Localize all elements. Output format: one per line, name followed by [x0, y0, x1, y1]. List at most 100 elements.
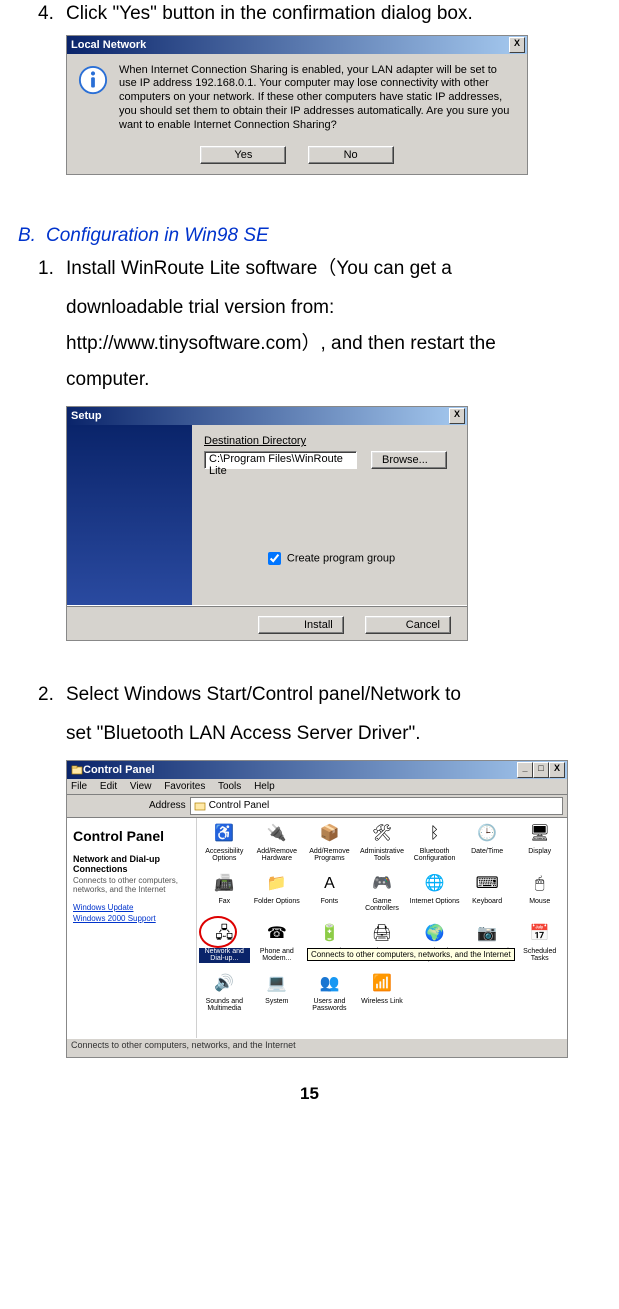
item-icon: ☎ — [265, 922, 289, 946]
menu-favorites[interactable]: Favorites — [164, 781, 205, 792]
control-panel-item[interactable]: 🔊Sounds and Multimedia — [199, 972, 250, 1020]
item-label: Fonts — [321, 898, 339, 906]
menu-help[interactable]: Help — [254, 781, 275, 792]
step-b1-num: 1. — [38, 255, 66, 284]
menu-view[interactable]: View — [130, 781, 152, 792]
destination-path-input[interactable]: C:\Program Files\WinRoute Lite — [204, 451, 357, 469]
side-title: Control Panel — [73, 828, 190, 844]
step-b1: 1. Install WinRoute Lite software（You ca… — [38, 255, 601, 284]
control-panel-item[interactable]: 🎮 Game Controllers — [357, 872, 408, 920]
item-label: Display — [528, 848, 551, 856]
destination-label: Destination Directory — [204, 435, 455, 447]
control-panel-item[interactable]: ♿ Accessibility Options — [199, 822, 250, 870]
item-label: Add/Remove Programs — [304, 848, 355, 863]
control-panel-item[interactable]: 🔋Power Options — [304, 922, 355, 970]
control-panel-item[interactable]: 👥Users and Passwords — [304, 972, 355, 1020]
section-b-heading: B.Configuration in Win98 SE — [18, 225, 601, 247]
control-panel-item[interactable]: 📠Fax — [199, 872, 250, 920]
item-icon: ⌨ — [475, 872, 499, 896]
info-icon — [77, 64, 109, 96]
yes-button[interactable]: Yes — [200, 146, 286, 164]
step-b2-num: 2. — [38, 681, 66, 710]
control-panel-item[interactable]: 🖥Display — [514, 822, 565, 870]
menu-edit[interactable]: Edit — [100, 781, 117, 792]
folder-icon — [194, 800, 206, 812]
control-panel-item[interactable]: 🌐Internet Options — [409, 872, 460, 920]
step-b1-text2: downloadable trial version from: — [66, 290, 601, 326]
address-value: Control Panel — [209, 800, 270, 811]
control-panel-item[interactable]: 🖧Network and Dial-up... — [199, 922, 250, 970]
close-icon[interactable]: X — [549, 762, 565, 778]
item-icon: 🕒 — [475, 822, 499, 846]
step-b2-text2: set "Bluetooth LAN Access Server Driver"… — [66, 716, 601, 752]
control-panel-item[interactable]: ⌨ Keyboard — [462, 872, 513, 920]
item-icon: 🖨 — [370, 922, 394, 946]
control-panel-item[interactable]: 📶Wireless Link — [357, 972, 408, 1020]
close-icon[interactable]: X — [509, 37, 525, 53]
item-label: Keyboard — [472, 898, 502, 906]
dialog-title: Setup — [71, 410, 449, 422]
control-panel-item[interactable]: 💻 System — [252, 972, 303, 1020]
section-b-num: B. — [18, 225, 46, 247]
setup-sidebar-graphic — [67, 425, 192, 605]
dialog-titlebar: Setup X — [67, 407, 467, 425]
cancel-button[interactable]: Cancel — [365, 616, 451, 634]
item-icon: 💻 — [265, 972, 289, 996]
control-panel-grid: ♿ Accessibility Options🔌Add/Remove Hardwa… — [197, 818, 567, 1038]
control-panel-item[interactable]: 🖱Mouse — [514, 872, 565, 920]
item-icon: ♿ — [212, 822, 236, 846]
item-icon: 📁 — [265, 872, 289, 896]
control-panel-item[interactable]: 📅Scheduled Tasks — [514, 922, 565, 970]
control-panel-item[interactable]: 🛠Administrative Tools — [357, 822, 408, 870]
control-panel-item[interactable]: 🕒Date/Time — [462, 822, 513, 870]
item-icon: A — [317, 872, 341, 896]
control-panel-item[interactable]: 🖨Printers — [357, 922, 408, 970]
up-button[interactable] — [123, 796, 145, 816]
create-group-label: Create program group — [287, 552, 395, 564]
windows-update-link[interactable]: Windows Update — [73, 903, 190, 912]
control-panel-item[interactable]: A Fonts — [304, 872, 355, 920]
statusbar: Connects to other computers, networks, a… — [67, 1038, 567, 1057]
control-panel-item[interactable]: 🔌Add/Remove Hardware — [252, 822, 303, 870]
control-panel-item[interactable]: 📁 Folder Options — [252, 872, 303, 920]
step-4-num: 4. — [38, 0, 66, 29]
forward-button[interactable] — [97, 796, 119, 816]
item-icon: 📅 — [528, 922, 552, 946]
control-panel-item[interactable]: ☎Phone and Modem... — [252, 922, 303, 970]
dialog-title: Local Network — [71, 39, 509, 51]
item-label: Accessibility Options — [199, 848, 250, 863]
item-label: Mouse — [529, 898, 550, 906]
toolbar: Address Control Panel — [67, 795, 567, 818]
control-panel-item[interactable]: ᛒBluetooth Configuration — [409, 822, 460, 870]
item-label: Network and Dial-up... — [199, 948, 250, 963]
item-icon: 📷 — [475, 922, 499, 946]
control-panel-item[interactable]: 📷Scanners and Cameras — [462, 922, 513, 970]
windows-support-link[interactable]: Windows 2000 Support — [73, 914, 190, 923]
address-field[interactable]: Control Panel — [190, 797, 563, 815]
no-button[interactable]: No — [308, 146, 394, 164]
control-panel-item[interactable]: 📦Add/Remove Programs — [304, 822, 355, 870]
address-label: Address — [149, 800, 186, 811]
item-icon: 🔊 — [212, 972, 236, 996]
back-button[interactable] — [71, 796, 93, 816]
menu-file[interactable]: File — [71, 781, 87, 792]
item-icon: 🎮 — [370, 872, 394, 896]
maximize-icon[interactable]: □ — [533, 762, 549, 778]
browse-button[interactable]: Browse... — [371, 451, 447, 469]
item-label: Folder Options — [254, 898, 300, 906]
item-icon: ᛒ — [423, 822, 447, 846]
close-icon[interactable]: X — [449, 408, 465, 424]
item-icon: 👥 — [317, 972, 341, 996]
item-icon: 📠 — [212, 872, 236, 896]
install-button[interactable]: Install — [258, 616, 344, 634]
create-group-checkbox[interactable] — [268, 552, 281, 565]
item-icon: 🌍 — [423, 922, 447, 946]
menu-tools[interactable]: Tools — [218, 781, 241, 792]
item-icon: 🔌 — [265, 822, 289, 846]
menubar: File Edit View Favorites Tools Help — [67, 779, 567, 795]
item-icon: 🌐 — [423, 872, 447, 896]
item-label: System — [265, 998, 288, 1006]
minimize-icon[interactable]: _ — [517, 762, 533, 778]
control-panel-item[interactable]: 🌍Regional Options — [409, 922, 460, 970]
item-label: Game Controllers — [357, 898, 408, 913]
